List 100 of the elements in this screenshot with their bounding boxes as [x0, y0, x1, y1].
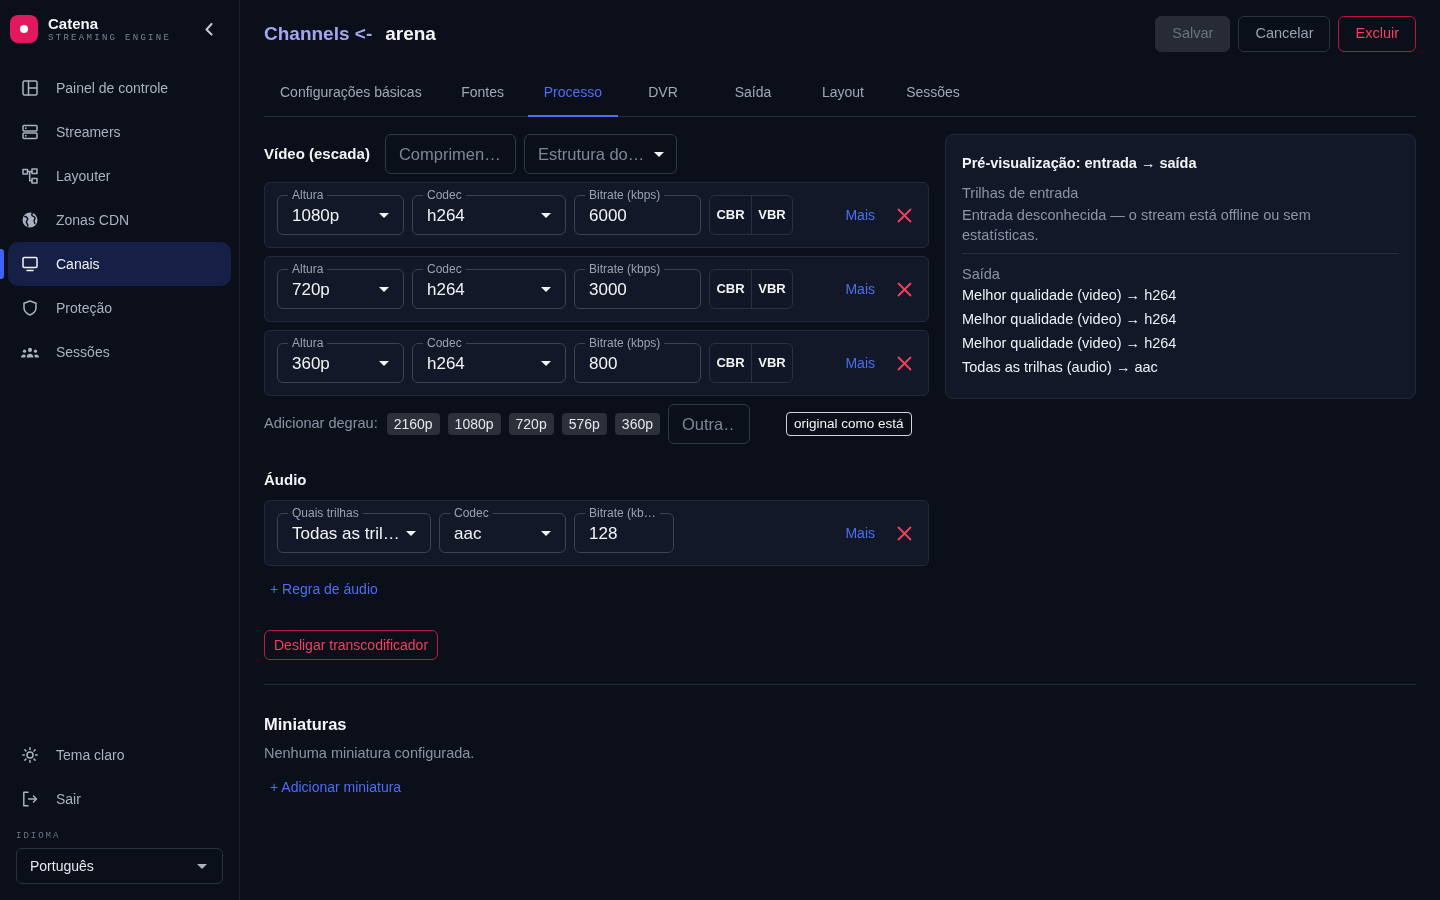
sidebar-item[interactable]: Zonas CDN: [8, 198, 231, 242]
select-field[interactable]: Codec h264: [412, 337, 566, 383]
mode-toggle[interactable]: VBR: [751, 270, 792, 308]
input-field[interactable]: Bitrate (kb… 128: [574, 507, 674, 553]
tab[interactable]: Processo: [527, 70, 618, 117]
sidebar-item[interactable]: Proteção: [8, 286, 231, 330]
people-icon: [21, 346, 39, 358]
preview-text: Entrada desconhecida — o stream está offline ou sem estatísticas.: [962, 206, 1312, 245]
preview-title: Pré-visualização: entrada → saída: [962, 154, 1198, 173]
select-field[interactable]: Codec h264: [412, 263, 566, 309]
tab[interactable]: Saída: [708, 70, 798, 117]
mode-toggle[interactable]: CBR: [710, 270, 751, 308]
original-button[interactable]: original como está: [786, 412, 912, 436]
text-input[interactable]: 800: [575, 349, 700, 378]
more-link[interactable]: Mais: [845, 522, 875, 544]
server-icon: [22, 124, 38, 140]
preview-heading: Saída: [962, 265, 1001, 283]
tab[interactable]: Fontes: [437, 70, 528, 117]
hierarchy-icon: [22, 168, 38, 184]
preset-button[interactable]: 720p: [508, 413, 554, 435]
field-label: Codec: [426, 263, 463, 275]
input-field[interactable]: Outra…: [668, 404, 750, 444]
tab[interactable]: DVR: [618, 70, 708, 117]
select-field[interactable]: Codec aac: [439, 507, 566, 553]
preview-output-line: Melhor qualidade (video) → h264: [962, 334, 1178, 353]
preset-button[interactable]: 2160p: [386, 413, 440, 435]
select-field[interactable]: Estrutura do…: [523, 134, 678, 174]
sidebar-item[interactable]: Painel de controle: [8, 66, 231, 110]
caret-icon: [541, 361, 551, 366]
section-title: Miniaturas: [264, 714, 348, 735]
brand-name: Catena: [48, 14, 100, 32]
empty-text: Nenhuma miniatura configurada.: [264, 744, 476, 763]
select-field[interactable]: Codec h264: [412, 189, 566, 235]
mode-toggle[interactable]: VBR: [751, 344, 792, 382]
select-field[interactable]: Altura 720p: [277, 263, 404, 309]
select-field[interactable]: Quais trilhas Todas as tril…: [277, 507, 431, 553]
more-link[interactable]: Mais: [845, 204, 875, 226]
globe-icon: [22, 212, 38, 228]
close-icon[interactable]: [897, 355, 912, 371]
add-rung-label: Adicionar degrau:: [264, 414, 378, 434]
field-label: Altura: [291, 189, 325, 201]
caret-icon: [379, 287, 389, 292]
input-field[interactable]: Bitrate (kbps) 800: [574, 337, 701, 383]
text-input[interactable]: 6000: [575, 201, 700, 230]
logout-icon: [22, 791, 38, 807]
more-link[interactable]: Mais: [845, 352, 875, 374]
chevron-left-icon[interactable]: [205, 22, 213, 36]
brand-tagline: STREAMING ENGINE: [48, 31, 172, 44]
field-label: Bitrate (kbps): [588, 263, 662, 275]
field-label: Altura: [291, 263, 325, 275]
mode-toggle[interactable]: CBR: [710, 344, 751, 382]
preview-output-line: Melhor qualidade (video) → h264: [962, 286, 1178, 305]
preview-output-line: Todas as trilhas (audio) → aac: [962, 358, 1159, 377]
input-field[interactable]: Comprimen…: [384, 134, 516, 174]
field-label: Codec: [426, 189, 463, 201]
close-icon[interactable]: [897, 281, 912, 297]
close-icon[interactable]: [897, 525, 912, 541]
mode-toggle[interactable]: VBR: [751, 196, 792, 234]
sidebar-item[interactable]: Layouter: [8, 154, 231, 198]
mode-toggle[interactable]: CBR: [710, 196, 751, 234]
tab[interactable]: Layout: [798, 70, 888, 117]
more-link[interactable]: Mais: [845, 278, 875, 300]
text-input[interactable]: 3000: [575, 275, 700, 304]
monitor-icon: [22, 256, 38, 272]
select-field[interactable]: Altura 360p: [277, 337, 404, 383]
select-field[interactable]: Altura 1080p: [277, 189, 404, 235]
preview-heading: Trilhas de entrada: [962, 184, 1080, 203]
input-field[interactable]: Bitrate (kbps) 3000: [574, 263, 701, 309]
logo-icon: [10, 15, 38, 43]
close-icon[interactable]: [897, 207, 912, 223]
breadcrumb-link[interactable]: Channels <-: [264, 19, 373, 49]
field-label: Bitrate (kbps): [588, 337, 662, 349]
sidebar-item[interactable]: Tema claro: [8, 733, 231, 777]
language-select[interactable]: Português: [16, 848, 223, 884]
disable-transcoder-button[interactable]: Desligar transcodificador: [264, 630, 439, 660]
section-title: Vídeo (escada): [264, 144, 370, 164]
field-label: Quais trilhas: [291, 507, 360, 519]
field-label: Altura: [291, 337, 325, 349]
tab[interactable]: Configurações básicas: [264, 70, 438, 117]
add-rule-link[interactable]: + Regra de áudio: [264, 579, 378, 599]
caret-icon: [654, 152, 665, 157]
preset-button[interactable]: 1080p: [447, 413, 501, 435]
sidebar-item[interactable]: Sessões: [8, 330, 231, 374]
field-label: Codec: [426, 337, 463, 349]
caret-icon: [541, 287, 551, 292]
preset-button[interactable]: 576p: [561, 413, 607, 435]
delete-button[interactable]: Excluir: [1338, 16, 1416, 52]
cancel-button[interactable]: Cancelar: [1238, 16, 1331, 52]
sidebar-item[interactable]: Streamers: [8, 110, 231, 154]
field-label: Bitrate (kb…: [588, 507, 657, 519]
sun-icon: [22, 747, 38, 763]
caret-icon: [541, 213, 551, 218]
add-thumbnail-link[interactable]: + Adicionar miniatura: [264, 777, 402, 797]
caret-icon: [379, 361, 389, 366]
caret-icon: [197, 863, 207, 869]
text-input[interactable]: 128: [575, 519, 673, 548]
input-field[interactable]: Bitrate (kbps) 6000: [574, 189, 701, 235]
preset-button[interactable]: 360p: [614, 413, 660, 435]
sidebar-item[interactable]: Sair: [8, 777, 231, 821]
tab[interactable]: Sessões: [888, 70, 978, 117]
